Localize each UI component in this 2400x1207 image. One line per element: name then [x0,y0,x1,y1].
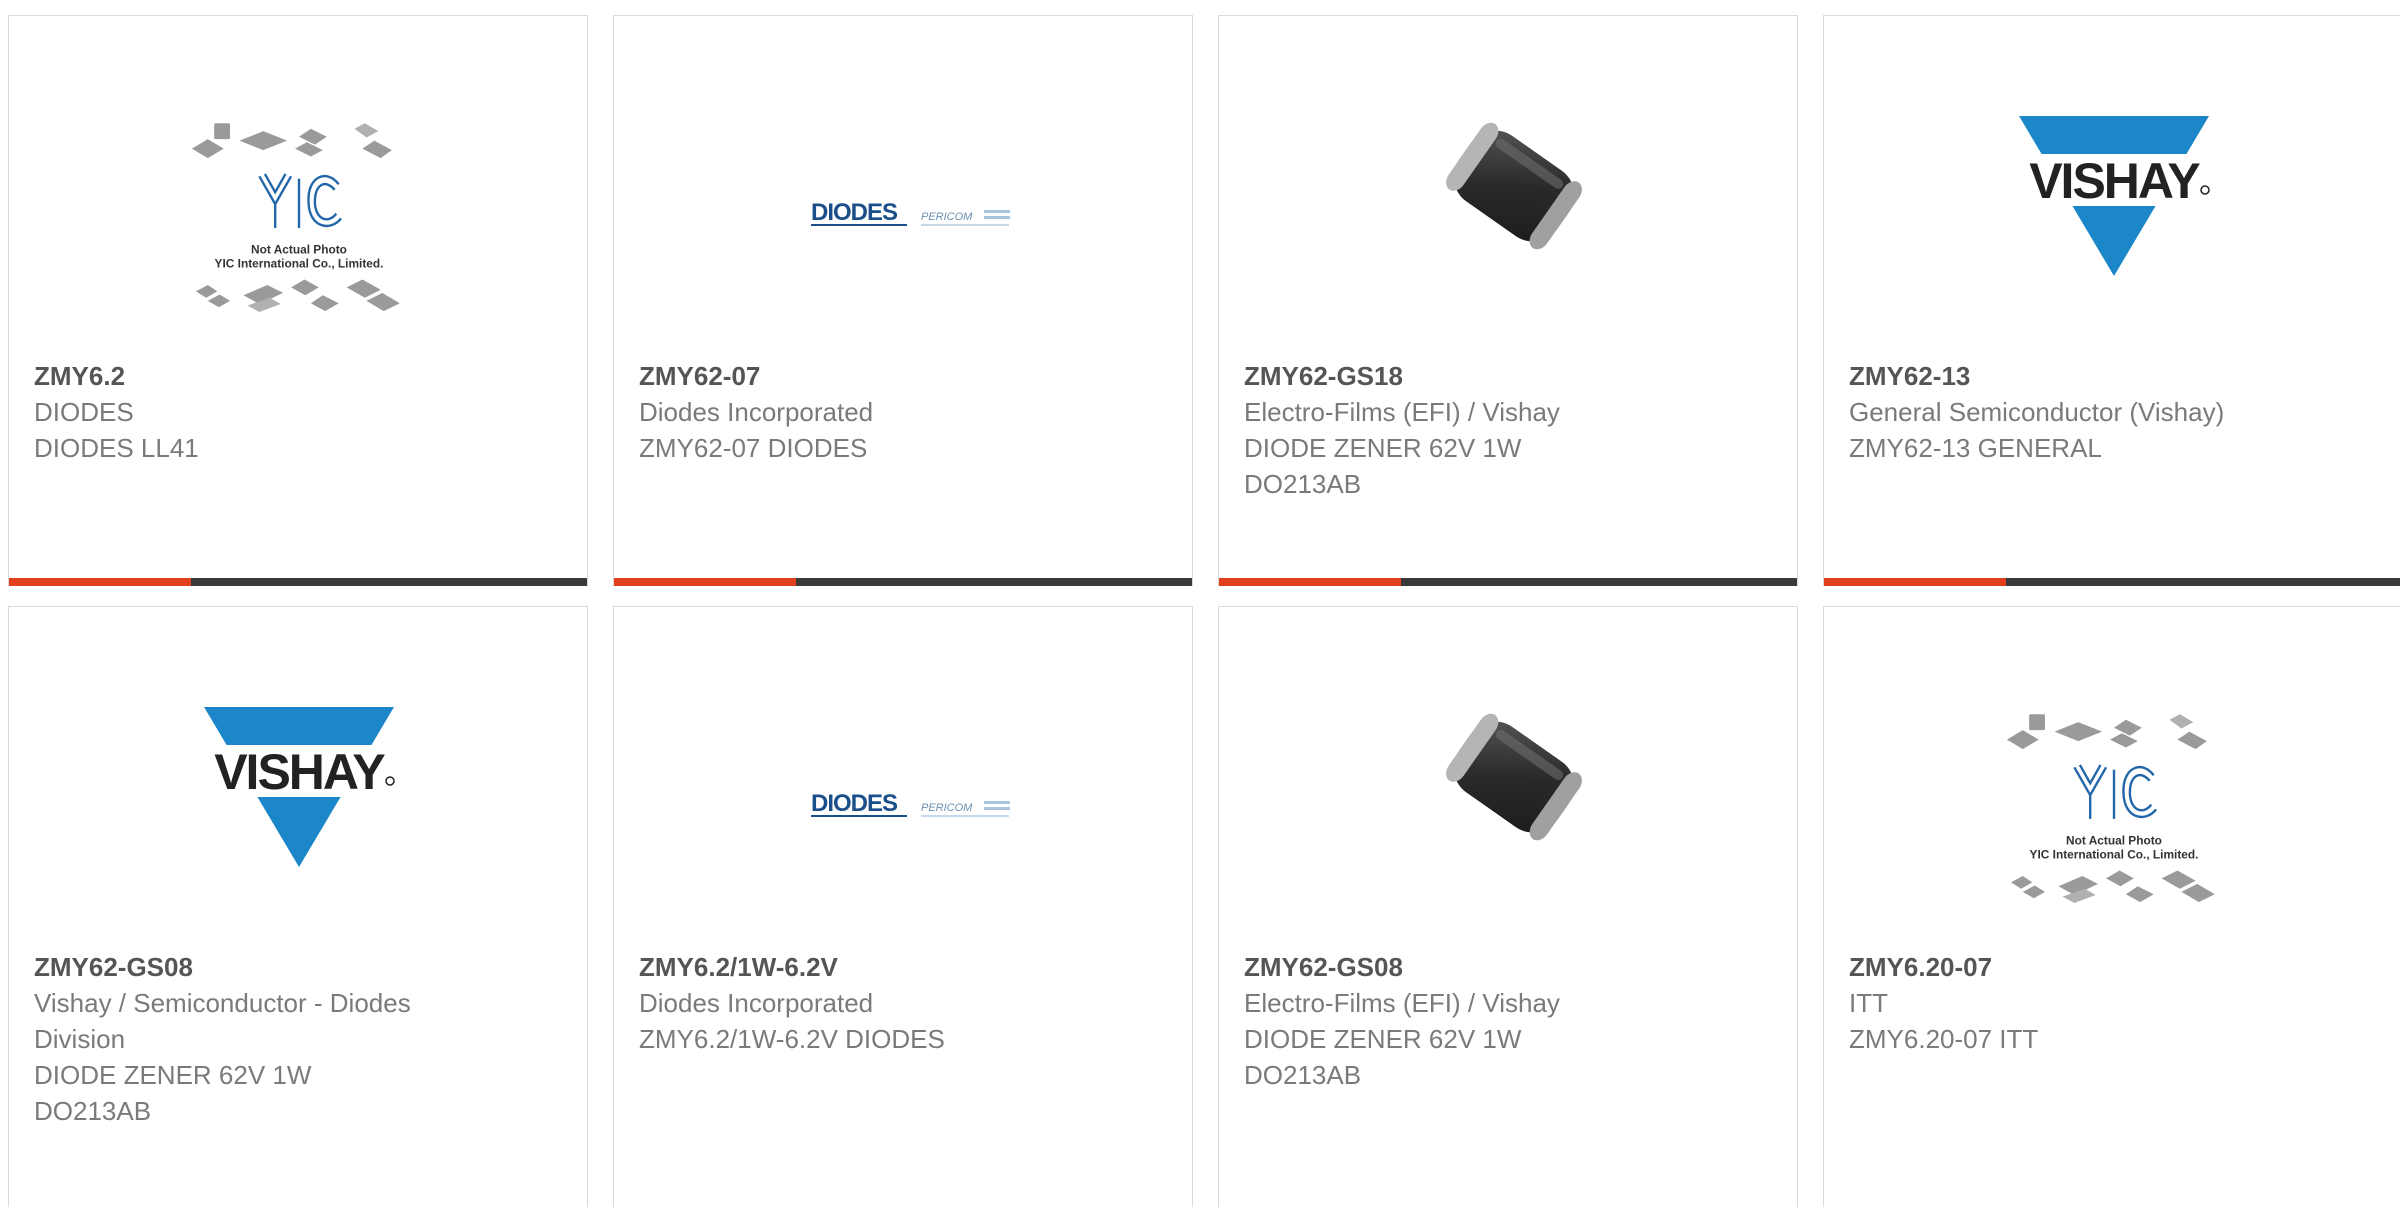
manufacturer: Electro-Films (EFI) / Vishay [1244,397,1560,427]
product-info: ZMY6.2/1W-6.2V Diodes Incorporated ZMY6.… [639,949,1172,1057]
pericom-logo-text: PERICOM [921,211,973,223]
diodes-logo-text: DIODES [811,199,898,226]
product-info: ZMY62-GS18 Electro-Films (EFI) / Vishay … [1244,358,1777,502]
product-image[interactable]: DIODES PERICOM [799,81,1029,351]
vishay-logo-image: VISHAY [194,707,404,867]
product-card[interactable]: DIODES PERICOM ZMY6.2/1W-6.2V Diodes Inc… [613,606,1193,1207]
product-info: ZMY62-13 General Semiconductor (Vishay) … [1849,358,2382,466]
part-number[interactable]: ZMY6.20-07 [1849,949,2382,985]
diodes-logo-image: DIODES PERICOM [811,790,1010,817]
pericom-logo-text: PERICOM [921,802,973,814]
manufacturer: Vishay / Semiconductor - Diodes Division [34,988,411,1054]
product-card[interactable]: Not Actual Photo YIC International Co., … [1823,606,2400,1207]
product-image[interactable]: VISHAY [189,677,409,897]
diodes-logo-text: DIODES [811,790,898,817]
product-image[interactable]: DIODES PERICOM [799,672,1029,942]
diode-photo-image [1446,122,1582,250]
vishay-logo-image: VISHAY [2009,116,2219,276]
product-card[interactable]: VISHAY ZMY62-GS08 Vishay / Semiconductor… [8,606,588,1207]
card-accent-bar [1219,578,1797,586]
part-number[interactable]: ZMY62-13 [1849,358,2382,394]
image-caption-2: YIC International Co., Limited. [215,257,384,271]
product-card[interactable]: ZMY62-GS08 Electro-Films (EFI) / Vishay … [1218,606,1798,1207]
manufacturer: ITT [1849,988,1888,1018]
manufacturer: Diodes Incorporated [639,988,874,1018]
manufacturer: Diodes Incorporated [639,397,874,427]
image-caption-2: YIC International Co., Limited. [2030,848,2199,862]
part-number[interactable]: ZMY62-GS08 [1244,949,1777,985]
product-image[interactable] [1414,76,1614,296]
product-info: ZMY62-GS08 Vishay / Semiconductor - Diod… [34,949,464,1129]
image-caption-1: Not Actual Photo [2066,833,2162,847]
yic-placeholder-image: Not Actual Photo YIC International Co., … [191,123,400,312]
manufacturer: DIODES [34,397,134,427]
product-info: ZMY62-GS08 Electro-Films (EFI) / Vishay … [1244,949,1777,1093]
product-info: ZMY6.20-07 ITT ZMY6.20-07 ITT [1849,949,2382,1057]
description: DIODE ZENER 62V 1W DO213AB [1244,433,1522,499]
product-image[interactable]: Not Actual Photo YIC International Co., … [1999,672,2229,942]
image-caption-1: Not Actual Photo [251,242,347,256]
product-card[interactable]: DIODES PERICOM ZMY62-07 Diodes Incorpora… [613,15,1193,586]
product-info: ZMY62-07 Diodes Incorporated ZMY62-07 DI… [639,358,1172,466]
vishay-logo-text: VISHAY [214,744,385,800]
part-number[interactable]: ZMY62-GS08 [34,949,464,985]
description: DIODE ZENER 62V 1W DO213AB [34,1060,312,1126]
product-image[interactable]: VISHAY [2004,86,2224,306]
description: ZMY62-13 GENERAL [1849,433,2102,463]
product-info: ZMY6.2 DIODES DIODES LL41 [34,358,567,466]
part-number[interactable]: ZMY62-07 [639,358,1172,394]
manufacturer: General Semiconductor (Vishay) [1849,397,2225,427]
description: ZMY6.2/1W-6.2V DIODES [639,1024,945,1054]
product-image[interactable]: Not Actual Photo YIC International Co., … [184,81,414,351]
part-number[interactable]: ZMY6.2/1W-6.2V [639,949,1172,985]
description: DIODES LL41 [34,433,199,463]
part-number[interactable]: ZMY62-GS18 [1244,358,1777,394]
diodes-logo-image: DIODES PERICOM [811,199,1012,228]
card-accent-bar [614,578,1192,586]
card-accent-bar [1824,578,2400,586]
diode-photo-image [1446,713,1582,841]
card-accent-bar [9,578,587,586]
part-number[interactable]: ZMY6.2 [34,358,567,394]
manufacturer: Electro-Films (EFI) / Vishay [1244,988,1560,1018]
vishay-logo-text: VISHAY [2029,153,2200,209]
product-card[interactable]: Not Actual Photo YIC International Co., … [8,15,588,586]
yic-placeholder-image: Not Actual Photo YIC International Co., … [2006,714,2215,903]
description: DIODE ZENER 62V 1W DO213AB [1244,1024,1522,1090]
description: ZMY62-07 DIODES [639,433,868,463]
product-card[interactable]: ZMY62-GS18 Electro-Films (EFI) / Vishay … [1218,15,1798,586]
description: ZMY6.20-07 ITT [1849,1024,2039,1054]
product-grid: Not Actual Photo YIC International Co., … [8,15,2400,1207]
product-image[interactable] [1414,667,1614,887]
product-card[interactable]: VISHAY ZMY62-13 General Semiconductor (V… [1823,15,2400,586]
